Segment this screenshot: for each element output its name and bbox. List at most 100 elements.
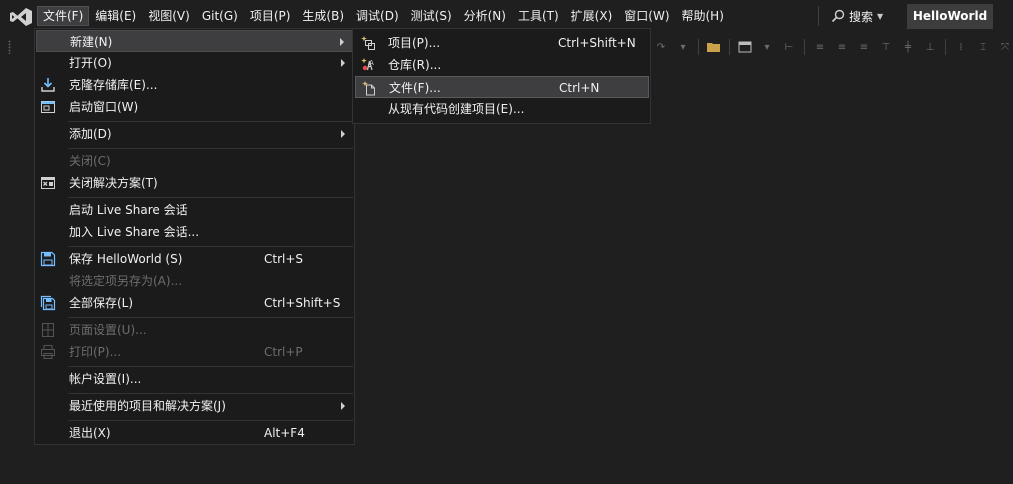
new-from-existing-label: 从现有代码创建项目(E)... bbox=[388, 102, 525, 116]
file-menu-add[interactable]: 添加(D) bbox=[36, 123, 353, 145]
file-menu-account-settings[interactable]: 帐户设置(I)... bbox=[36, 368, 353, 390]
file-menu-live-share-start[interactable]: 启动 Live Share 会话 bbox=[36, 199, 353, 221]
file-menu-clone-label: 克隆存储库(E)... bbox=[69, 78, 158, 92]
menu-window[interactable]: 窗口(W) bbox=[618, 6, 675, 26]
file-menu-print-label: 打印(P)... bbox=[69, 345, 122, 359]
submenu-arrow-icon bbox=[341, 130, 345, 138]
new-repository-label: 仓库(R)... bbox=[388, 58, 442, 72]
open-folder-icon[interactable] bbox=[705, 39, 723, 55]
menu-separator bbox=[68, 148, 353, 149]
align-left-icon[interactable]: ≡ bbox=[811, 39, 829, 55]
dropdown-icon[interactable]: ▾ bbox=[674, 39, 692, 55]
file-menu-clone[interactable]: 克隆存储库(E)... bbox=[36, 74, 353, 96]
file-menu-close-solution[interactable]: 关闭解决方案(T) bbox=[36, 172, 353, 194]
menu-analyze[interactable]: 分析(N) bbox=[458, 6, 512, 26]
visual-studio-logo-icon[interactable] bbox=[10, 8, 32, 26]
menu-view[interactable]: 视图(V) bbox=[142, 6, 196, 26]
print-icon bbox=[41, 345, 55, 359]
menu-git[interactable]: Git(G) bbox=[196, 6, 244, 26]
file-menu-save-all-label: 全部保存(L) bbox=[69, 296, 134, 310]
menu-tools[interactable]: 工具(T) bbox=[512, 6, 565, 26]
dropdown-icon[interactable]: ▾ bbox=[758, 39, 776, 55]
menu-help[interactable]: 帮助(H) bbox=[676, 6, 730, 26]
menu-separator bbox=[68, 246, 353, 247]
submenu-arrow-icon bbox=[341, 59, 345, 67]
chevron-down-icon: ▼ bbox=[877, 11, 884, 21]
align-bottom-icon[interactable]: ⊥ bbox=[921, 39, 939, 55]
menu-file[interactable]: 文件(F) bbox=[37, 6, 90, 26]
toolbar-divider bbox=[729, 39, 730, 55]
file-menu-new-label: 新建(N) bbox=[70, 35, 113, 49]
file-menu-save-as-label: 将选定项另存为(A)... bbox=[69, 274, 183, 288]
file-menu-page-setup-label: 页面设置(U)... bbox=[69, 323, 147, 337]
size-icon[interactable]: ⌶ bbox=[974, 39, 992, 55]
search-divider bbox=[818, 6, 819, 26]
menu-separator bbox=[68, 420, 353, 421]
window-layout-icon[interactable] bbox=[736, 39, 754, 55]
menu-test[interactable]: 测试(S) bbox=[405, 6, 458, 26]
file-menu-close[interactable]: 关闭(C) bbox=[36, 150, 353, 172]
file-menu-save-label: 保存 HelloWorld (S) bbox=[69, 252, 183, 266]
toolbar-divider bbox=[698, 39, 699, 55]
new-file-icon bbox=[362, 81, 375, 96]
file-menu-account-settings-label: 帐户设置(I)... bbox=[69, 372, 142, 386]
file-menu-open-label: 打开(O) bbox=[69, 56, 112, 70]
svg-text:A: A bbox=[369, 59, 374, 67]
clone-icon bbox=[41, 78, 55, 92]
close-solution-icon bbox=[41, 177, 55, 189]
toolbar-divider bbox=[945, 39, 946, 55]
file-menu-live-share-start-label: 启动 Live Share 会话 bbox=[69, 203, 188, 217]
new-file-shortcut: Ctrl+N bbox=[559, 81, 600, 95]
file-menu-start-window-label: 启动窗口(W) bbox=[69, 100, 139, 114]
toolbar-icons: ↷ ▾ ▾ ⊢ ≡ ≡ ≡ ⊤ ╪ ⊥ ⁞ ⌶ ⤧ ⊞ bbox=[650, 38, 1013, 56]
file-menu-save-all-shortcut: Ctrl+Shift+S bbox=[264, 296, 341, 310]
file-menu-start-window[interactable]: 启动窗口(W) bbox=[36, 96, 353, 118]
file-menu-exit[interactable]: 退出(X) Alt+F4 bbox=[36, 422, 353, 444]
align-right-icon[interactable]: ≡ bbox=[855, 39, 873, 55]
search-button[interactable]: 搜索 ▼ bbox=[831, 8, 883, 25]
menu-separator bbox=[68, 197, 353, 198]
file-menu-save[interactable]: 保存 HelloWorld (S) Ctrl+S bbox=[36, 248, 353, 270]
menu-build[interactable]: 生成(B) bbox=[296, 6, 350, 26]
spacing-icon[interactable]: ⁞ bbox=[952, 39, 970, 55]
menu-extensions[interactable]: 扩展(X) bbox=[565, 6, 619, 26]
file-menu-recent-label: 最近使用的项目和解决方案(J) bbox=[69, 399, 226, 413]
new-project-icon bbox=[361, 36, 375, 50]
new-from-existing-item[interactable]: 从现有代码创建项目(E)... bbox=[355, 98, 649, 120]
file-menu-close-label: 关闭(C) bbox=[69, 154, 111, 168]
save-icon bbox=[40, 251, 56, 267]
solution-title[interactable]: HelloWorld bbox=[907, 4, 993, 29]
file-menu-recent[interactable]: 最近使用的项目和解决方案(J) bbox=[36, 395, 353, 417]
menu-debug[interactable]: 调试(D) bbox=[350, 6, 405, 26]
new-project-label: 项目(P)... bbox=[388, 36, 441, 50]
search-area: 搜索 ▼ bbox=[818, 6, 883, 26]
redo-icon[interactable]: ↷ bbox=[652, 39, 670, 55]
menu-separator bbox=[68, 121, 353, 122]
file-menu-page-setup[interactable]: 页面设置(U)... bbox=[36, 319, 353, 341]
file-menu-live-share-join[interactable]: 加入 Live Share 会话... bbox=[36, 221, 353, 243]
file-menu-new[interactable]: 新建(N) bbox=[36, 30, 353, 52]
start-window-icon bbox=[41, 101, 55, 113]
resize-icon[interactable]: ⤧ bbox=[996, 39, 1013, 55]
align-middle-icon[interactable]: ╪ bbox=[899, 39, 917, 55]
submenu-arrow-icon bbox=[340, 38, 344, 46]
file-menu-dropdown: 新建(N) 打开(O) 克隆存储库(E)... 启动窗口(W) 添加(D) 关闭… bbox=[34, 28, 355, 445]
menu-project[interactable]: 项目(P) bbox=[244, 6, 297, 26]
align-icon[interactable]: ⊢ bbox=[780, 39, 798, 55]
new-repository-item[interactable]: A 仓库(R)... bbox=[355, 54, 649, 76]
new-project-shortcut: Ctrl+Shift+N bbox=[558, 36, 636, 50]
file-menu-save-all[interactable]: 全部保存(L) Ctrl+Shift+S bbox=[36, 292, 353, 314]
page-setup-icon bbox=[42, 323, 54, 337]
align-top-icon[interactable]: ⊤ bbox=[877, 39, 895, 55]
menu-edit[interactable]: 编辑(E) bbox=[89, 6, 142, 26]
menu-separator bbox=[68, 317, 353, 318]
new-project-item[interactable]: 项目(P)... Ctrl+Shift+N bbox=[355, 32, 649, 54]
toolbar-grip-icon[interactable] bbox=[8, 40, 11, 54]
file-menu-save-as[interactable]: 将选定项另存为(A)... bbox=[36, 270, 353, 292]
new-file-label: 文件(F)... bbox=[389, 81, 441, 95]
file-menu-open[interactable]: 打开(O) bbox=[36, 52, 353, 74]
new-file-item[interactable]: 文件(F)... Ctrl+N bbox=[355, 76, 649, 98]
file-menu-exit-label: 退出(X) bbox=[69, 426, 111, 440]
align-center-icon[interactable]: ≡ bbox=[833, 39, 851, 55]
file-menu-print[interactable]: 打印(P)... Ctrl+P bbox=[36, 341, 353, 363]
